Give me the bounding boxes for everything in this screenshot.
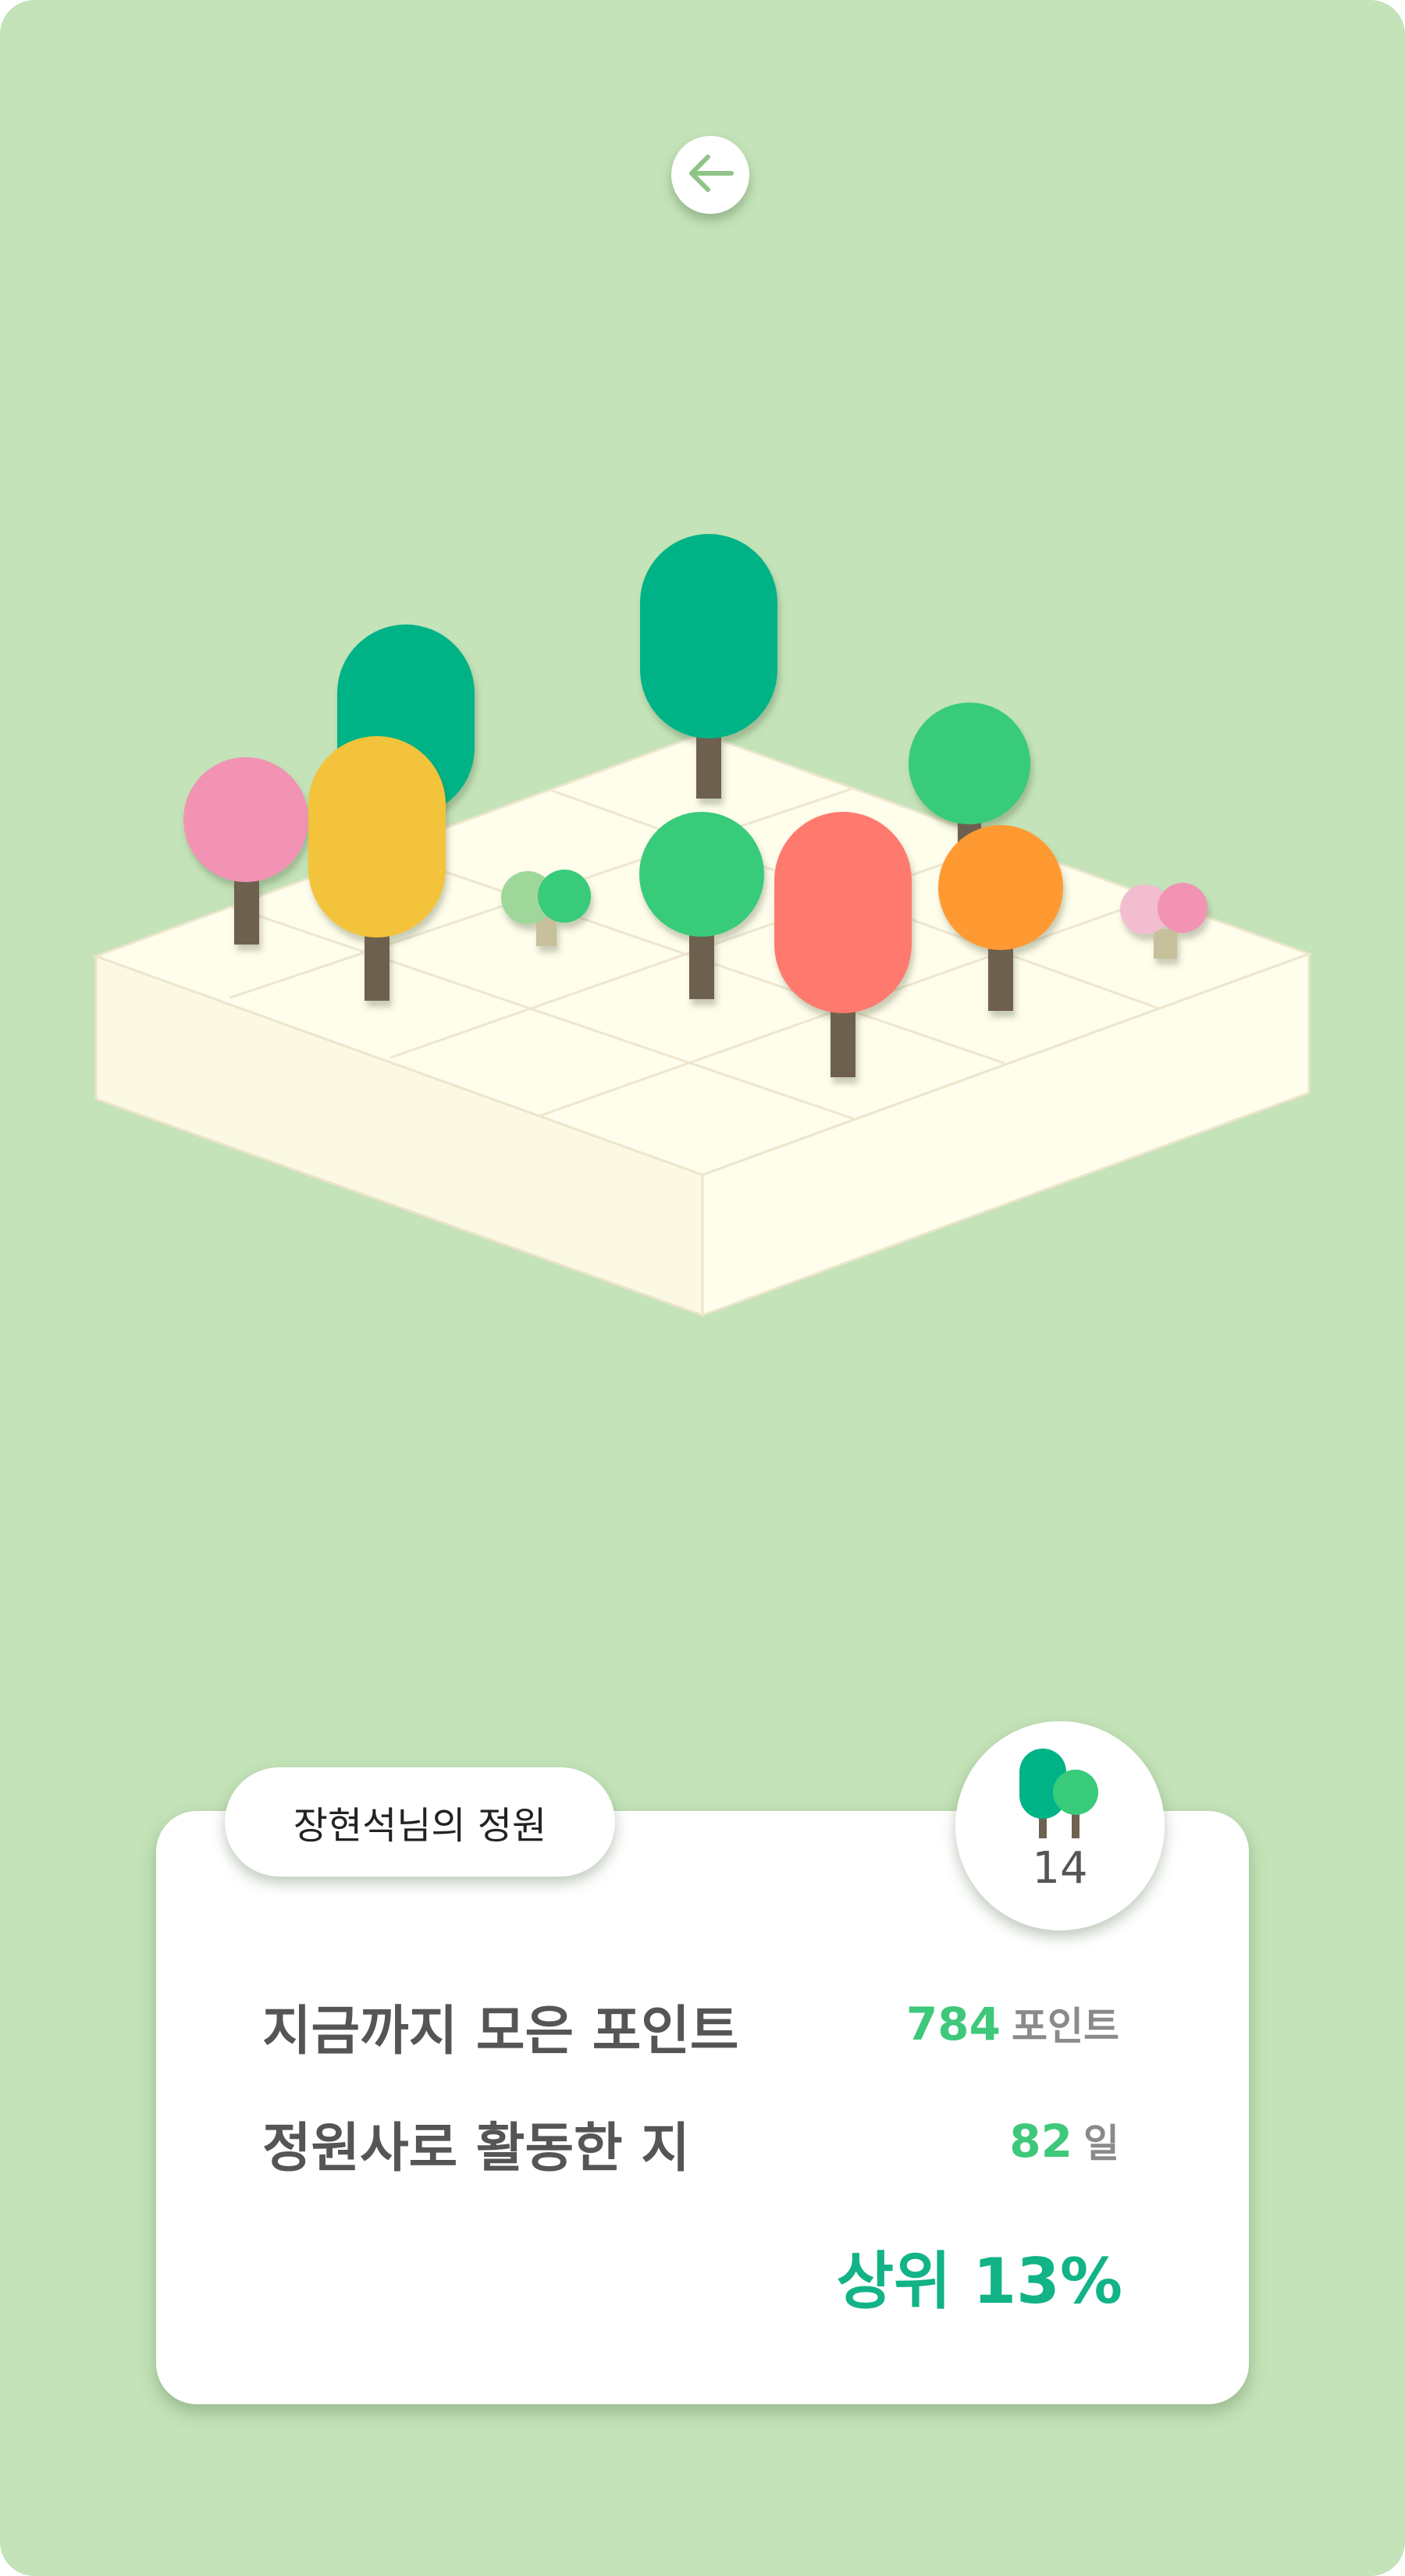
garden-screen: 장현석님의 정원 14 지금까지 모은 포인트 784 포인트 정원사로 활동한 …: [0, 0, 1405, 2576]
points-unit: 포인트: [1012, 2004, 1119, 2049]
points-value-group: 784 포인트: [906, 1995, 1119, 2051]
days-label: 정원사로 활동한 지: [262, 2118, 690, 2179]
tree-count-badge: 14: [955, 1721, 1165, 1930]
points-label: 지금까지 모은 포인트: [262, 2001, 739, 2062]
days-unit: 일: [1083, 2121, 1119, 2166]
garden-owner-title: 장현석님의 정원: [225, 1767, 615, 1877]
rank-text: 상위 13%: [836, 2245, 1122, 2318]
tree-count: 14: [1032, 1843, 1088, 1894]
garden-illustration: [92, 534, 1313, 1318]
days-value: 82: [1009, 2115, 1072, 2168]
days-value-group: 82 일: [1009, 2112, 1119, 2169]
points-value: 784: [905, 1998, 1001, 2051]
